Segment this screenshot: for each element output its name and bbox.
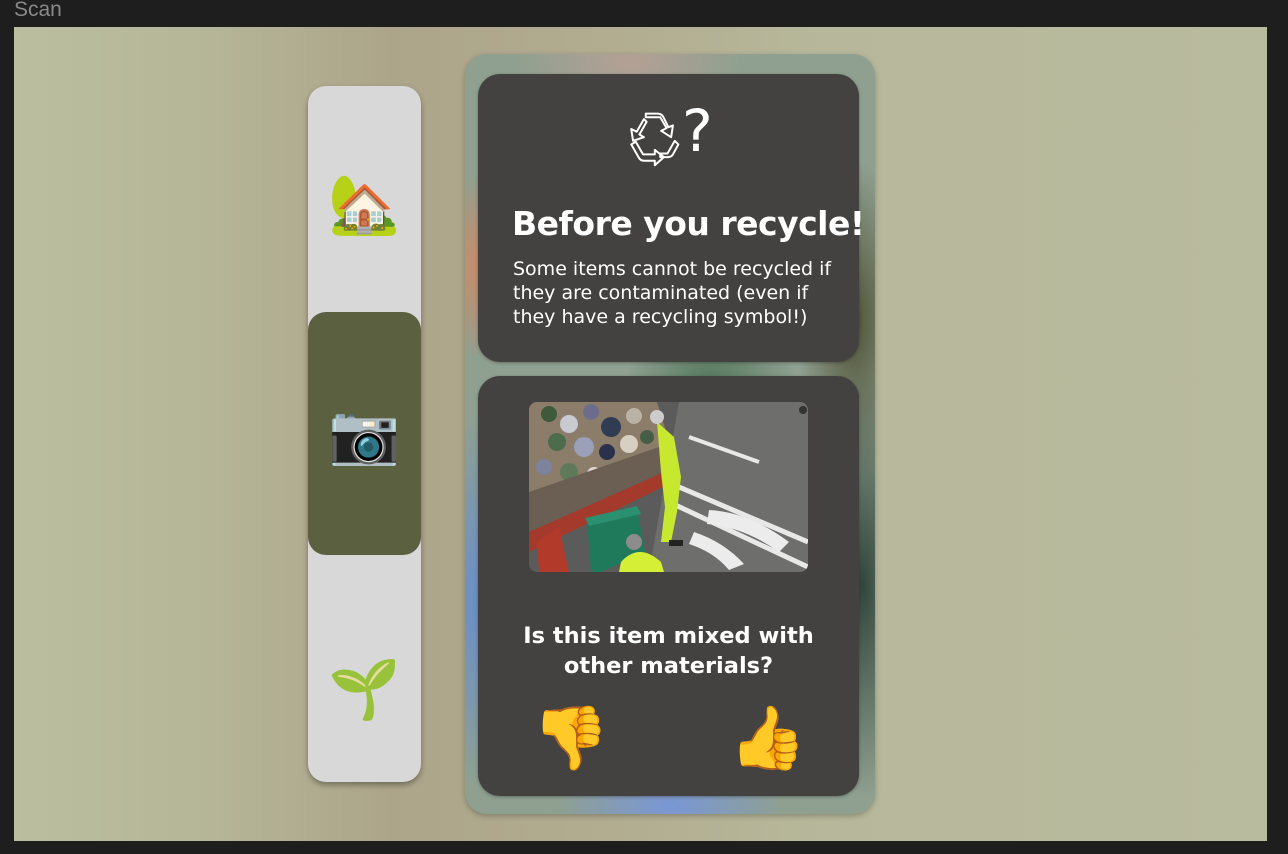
house-with-garden-icon: 🏡 — [328, 169, 401, 238]
recycle-icon — [630, 112, 680, 167]
question-mark: ? — [682, 97, 713, 165]
sidebar-item-home[interactable]: 🏡 — [308, 146, 421, 261]
card-description: Some items cannot be recycled if they ar… — [513, 258, 832, 328]
sidebar-item-grow[interactable]: 🌱 — [308, 631, 421, 746]
seedling-icon: 🌱 — [328, 654, 401, 723]
card-title: Before you recycle! — [512, 204, 865, 244]
garbage-truck-photo — [529, 402, 808, 572]
info-card: ? Before you recycle! Some items cannot … — [478, 74, 865, 362]
question-text: Is this item mixed with other materials? — [523, 622, 814, 679]
camera-icon: 📷 — [328, 399, 401, 468]
sidebar-nav: 🏡 📷 🌱 — [308, 86, 421, 782]
thumbs-up-button[interactable]: 👍 — [728, 698, 808, 778]
main-panel: ? Before you recycle! Some items cannot … — [465, 54, 875, 814]
thumbs-up-icon: 👍 — [729, 701, 807, 774]
thumbs-down-icon: 👎 — [532, 701, 610, 774]
frame-label: Scan — [14, 0, 62, 21]
sidebar-item-scan[interactable]: 📷 — [308, 312, 421, 555]
question-card: Is this item mixed with other materials?… — [478, 376, 859, 796]
thumbs-down-button[interactable]: 👎 — [531, 698, 611, 778]
app-canvas: 🏡 📷 🌱 ? Before you recycle! Some items c… — [14, 27, 1267, 841]
